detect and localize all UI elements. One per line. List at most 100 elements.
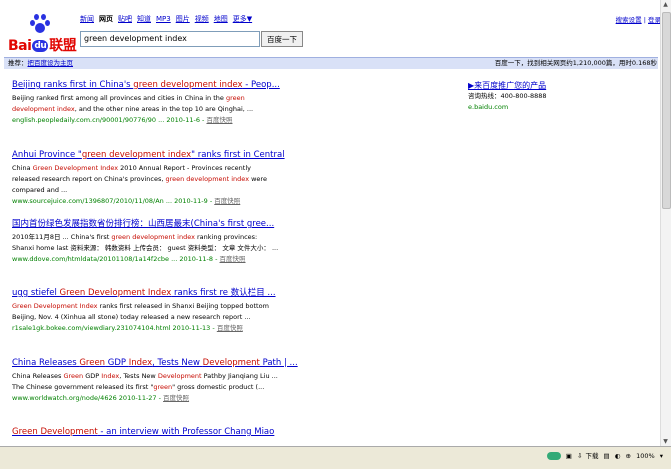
- nav-item[interactable]: 贴吧: [118, 15, 132, 23]
- baidu-wordmark: Bai du 联盟: [8, 38, 77, 54]
- highlight-text: green development index: [111, 233, 195, 241]
- ad-phone: 咨询热线：400-800-8888: [468, 92, 547, 100]
- highlight-text: Index: [128, 358, 153, 368]
- toggle-icon[interactable]: [546, 452, 561, 460]
- result-url: www.sourcejuice.com/1396807/2010/11/08/A…: [12, 196, 280, 207]
- text-segment: ranks first re 数认栏目 ...: [171, 288, 276, 298]
- highlight-text: Green Development Index: [59, 288, 172, 298]
- result-item: Green Development - an interview with Pr…: [12, 426, 280, 438]
- nav-item[interactable]: 地图: [214, 15, 228, 23]
- baidu-logo[interactable]: Bai du 联盟: [8, 14, 77, 54]
- text-segment: " ranks first in Central: [191, 150, 285, 160]
- cache-link[interactable]: 百度快照: [220, 255, 246, 263]
- download-icon[interactable]: ⇩: [577, 452, 582, 460]
- status-tray: ▣ ⇩ 下载 ▤ ◐ ⊕ 100% ▾: [544, 450, 663, 462]
- result-item: 国内首份绿色发展指数省份排行榜：山西居最末(China's first gree…: [12, 218, 280, 265]
- text-segment: Beijing ranked first among all provinces…: [12, 94, 226, 102]
- ad-title-link[interactable]: ▶来百度推广您的产品: [468, 80, 638, 91]
- result-snippet: 2010年11月8日 ... China's first green devel…: [12, 232, 280, 254]
- nav-item[interactable]: 知道: [137, 15, 151, 23]
- set-homepage-link[interactable]: 把百度设为主页: [28, 59, 74, 67]
- result-snippet: Green Development Index ranks first rele…: [12, 301, 280, 323]
- nav-item[interactable]: 新闻: [80, 15, 94, 23]
- result-title[interactable]: Anhui Province "green development index"…: [12, 149, 285, 161]
- result-item: China Releases Green GDP Index, Tests Ne…: [12, 357, 298, 404]
- result-title[interactable]: 国内首份绿色发展指数省份排行榜：山西居最末(China's first gree…: [12, 218, 280, 230]
- result-snippet: China Releases Green GDP Index, Tests Ne…: [12, 371, 280, 393]
- text-segment: , Tests New: [152, 358, 203, 368]
- result-title[interactable]: ugg stiefel Green Development Index rank…: [12, 287, 280, 299]
- result-url-text: www.ddove.com/htmldata/20101108/1a14f2cb…: [12, 255, 220, 263]
- download-label[interactable]: 下载: [585, 452, 598, 460]
- sound-icon[interactable]: ◐: [615, 452, 621, 460]
- text-segment: , Tests New: [119, 372, 158, 380]
- nav-more-dropdown[interactable]: 更多▼: [233, 15, 252, 23]
- zoom-dropdown-icon[interactable]: ▾: [660, 452, 663, 460]
- zoom-level[interactable]: 100%: [636, 452, 655, 460]
- nav-item[interactable]: 视频: [195, 15, 209, 23]
- highlight-text: Development: [157, 372, 202, 380]
- cache-link[interactable]: 百度快照: [217, 324, 243, 332]
- top-links: 搜索设置 | 登录: [616, 14, 661, 24]
- text-segment: GDP: [105, 358, 129, 368]
- result-url-text: www.sourcejuice.com/1396807/2010/11/08/A…: [12, 197, 215, 205]
- result-title[interactable]: Beijing ranks first in China's green dev…: [12, 79, 280, 91]
- result-url: www.worldwatch.org/node/4626 2010-11-27 …: [12, 393, 280, 404]
- top-links-separator: |: [643, 16, 646, 24]
- category-nav: 新闻 网页 贴吧 知道 MP3 图片 视频 地图 更多▼: [80, 14, 257, 24]
- recommend-area: 推荐：把百度设为主页: [8, 58, 73, 68]
- nav-item[interactable]: 图片: [176, 15, 190, 23]
- result-title[interactable]: Green Development - an interview with Pr…: [12, 426, 280, 438]
- highlight-text: Green Development Index: [12, 302, 98, 310]
- text-segment: Path | ...: [259, 358, 298, 368]
- highlight-text: green development index: [165, 175, 250, 183]
- ad-panel: ▶来百度推广您的产品 咨询热线：400-800-8888 e.baidu.com: [468, 80, 638, 113]
- text-segment: China: [12, 164, 33, 172]
- result-item: Beijing ranks first in China's green dev…: [12, 79, 280, 126]
- result-title[interactable]: China Releases Green GDP Index, Tests Ne…: [12, 357, 298, 369]
- result-item: ugg stiefel Green Development Index rank…: [12, 287, 280, 334]
- result-snippet: China Green Development Index 2010 Annua…: [12, 163, 280, 196]
- highlight-text: Development: [202, 358, 260, 368]
- highlight-text: Index: [101, 372, 120, 380]
- highlight-text: green development index: [133, 80, 243, 90]
- scroll-thumb[interactable]: [662, 12, 671, 209]
- result-item: Anhui Province " green development index "…: [12, 149, 285, 207]
- search-button[interactable]: 百度一下: [261, 31, 303, 47]
- result-url-text: www.worldwatch.org/node/4626 2010-11-27 …: [12, 394, 164, 402]
- result-snippet: Beijing ranked first among all provinces…: [12, 93, 280, 115]
- text-segment: " gross domestic product (...: [172, 383, 265, 391]
- nav-item[interactable]: 网页: [99, 15, 113, 23]
- scroll-up-arrow-icon[interactable]: ▲: [662, 1, 669, 9]
- text-segment: China Releases: [12, 372, 64, 380]
- search-settings-link[interactable]: 搜索设置: [616, 16, 642, 24]
- text-segment: Beijing ranks first in China's: [12, 80, 134, 90]
- highlight-text: Green: [79, 358, 106, 368]
- text-segment: - Peop...: [242, 80, 280, 90]
- search-input[interactable]: green development index: [80, 31, 260, 47]
- cache-link[interactable]: 百度快照: [163, 394, 189, 402]
- highlight-text: Green Development: [12, 427, 98, 437]
- ad-url: e.baidu.com: [468, 103, 509, 111]
- cache-link[interactable]: 百度快照: [206, 116, 232, 124]
- text-segment: , and the other nine areas in the top 10…: [74, 105, 254, 113]
- scroll-down-arrow-icon[interactable]: ▼: [662, 438, 669, 446]
- nav-item[interactable]: MP3: [156, 15, 171, 23]
- text-segment: China Releases: [12, 358, 80, 368]
- text-segment: GDP: [83, 372, 102, 380]
- highlight-text: green: [153, 383, 173, 391]
- cache-link[interactable]: 百度快照: [214, 197, 240, 205]
- text-segment: 国内首份绿色发展指数省份排行榜：山西居最末(China's first gree…: [12, 219, 275, 229]
- text-segment: ugg stiefel: [12, 288, 60, 298]
- zoom-icon[interactable]: ⊕: [626, 452, 631, 460]
- results-count: 百度一下，找到相关网页约1,210,000篇，用时0.168秒: [494, 59, 657, 67]
- highlight-text: Green: [63, 372, 84, 380]
- text-segment: Anhui Province ": [12, 150, 82, 160]
- page-icon[interactable]: ▣: [566, 452, 572, 460]
- result-url-text: r1sale1gk.bokee.com/viewdiary.231074104.…: [12, 324, 217, 332]
- result-url-text: english.peopledaily.com.cn/90001/90776/9…: [12, 116, 207, 124]
- result-url: www.ddove.com/htmldata/20101108/1a14f2cb…: [12, 254, 280, 265]
- result-url: english.peopledaily.com.cn/90001/90776/9…: [12, 115, 280, 126]
- recommend-label: 推荐：: [8, 59, 28, 67]
- image-icon[interactable]: ▤: [604, 452, 610, 460]
